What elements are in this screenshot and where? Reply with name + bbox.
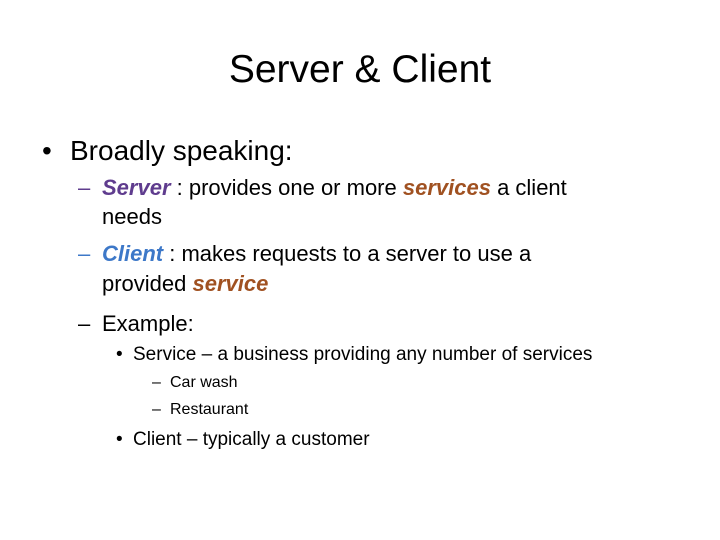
services-term: services — [402, 175, 491, 200]
client-text-a: : makes requests to a server to use a — [163, 241, 532, 266]
service-term: service — [192, 271, 269, 296]
dash-icon: – — [152, 374, 161, 391]
bullet-icon: • — [42, 135, 52, 166]
subpoint-client: Client : makes requests to a server to u… — [102, 240, 531, 268]
server-term: Server — [102, 175, 171, 200]
bullet-icon: • — [116, 344, 123, 365]
dash-icon: – — [78, 241, 91, 266]
subitem-restaurant: Restaurant — [170, 401, 249, 418]
client-term: Client — [102, 241, 164, 266]
bullet-broadly-speaking: • — [42, 134, 52, 168]
subpoint-server: Server : provides one or more services a… — [102, 174, 567, 202]
subpoint-client-continuation: provided service — [102, 270, 268, 298]
subpoint-example: Example: — [102, 311, 194, 336]
server-text-b: a client — [490, 175, 567, 200]
bullet-text-broadly-speaking: Broadly speaking: — [70, 135, 293, 166]
dash-icon: – — [78, 311, 91, 336]
slide-title: Server & Client — [228, 48, 492, 91]
slide: Server & Client • Broadly speaking: – Se… — [0, 0, 720, 540]
dash-icon: – — [78, 175, 91, 200]
client-continuation-text: provided — [102, 271, 193, 296]
subitem-car-wash: Car wash — [170, 374, 238, 391]
subpoint-server-continuation: needs — [102, 204, 162, 229]
server-text-a: : provides one or more — [170, 175, 403, 200]
item-client: Client – typically a customer — [133, 429, 370, 450]
item-service: Service – a business providing any numbe… — [133, 344, 593, 365]
dash-icon: – — [152, 401, 161, 418]
bullet-icon: • — [116, 429, 123, 450]
